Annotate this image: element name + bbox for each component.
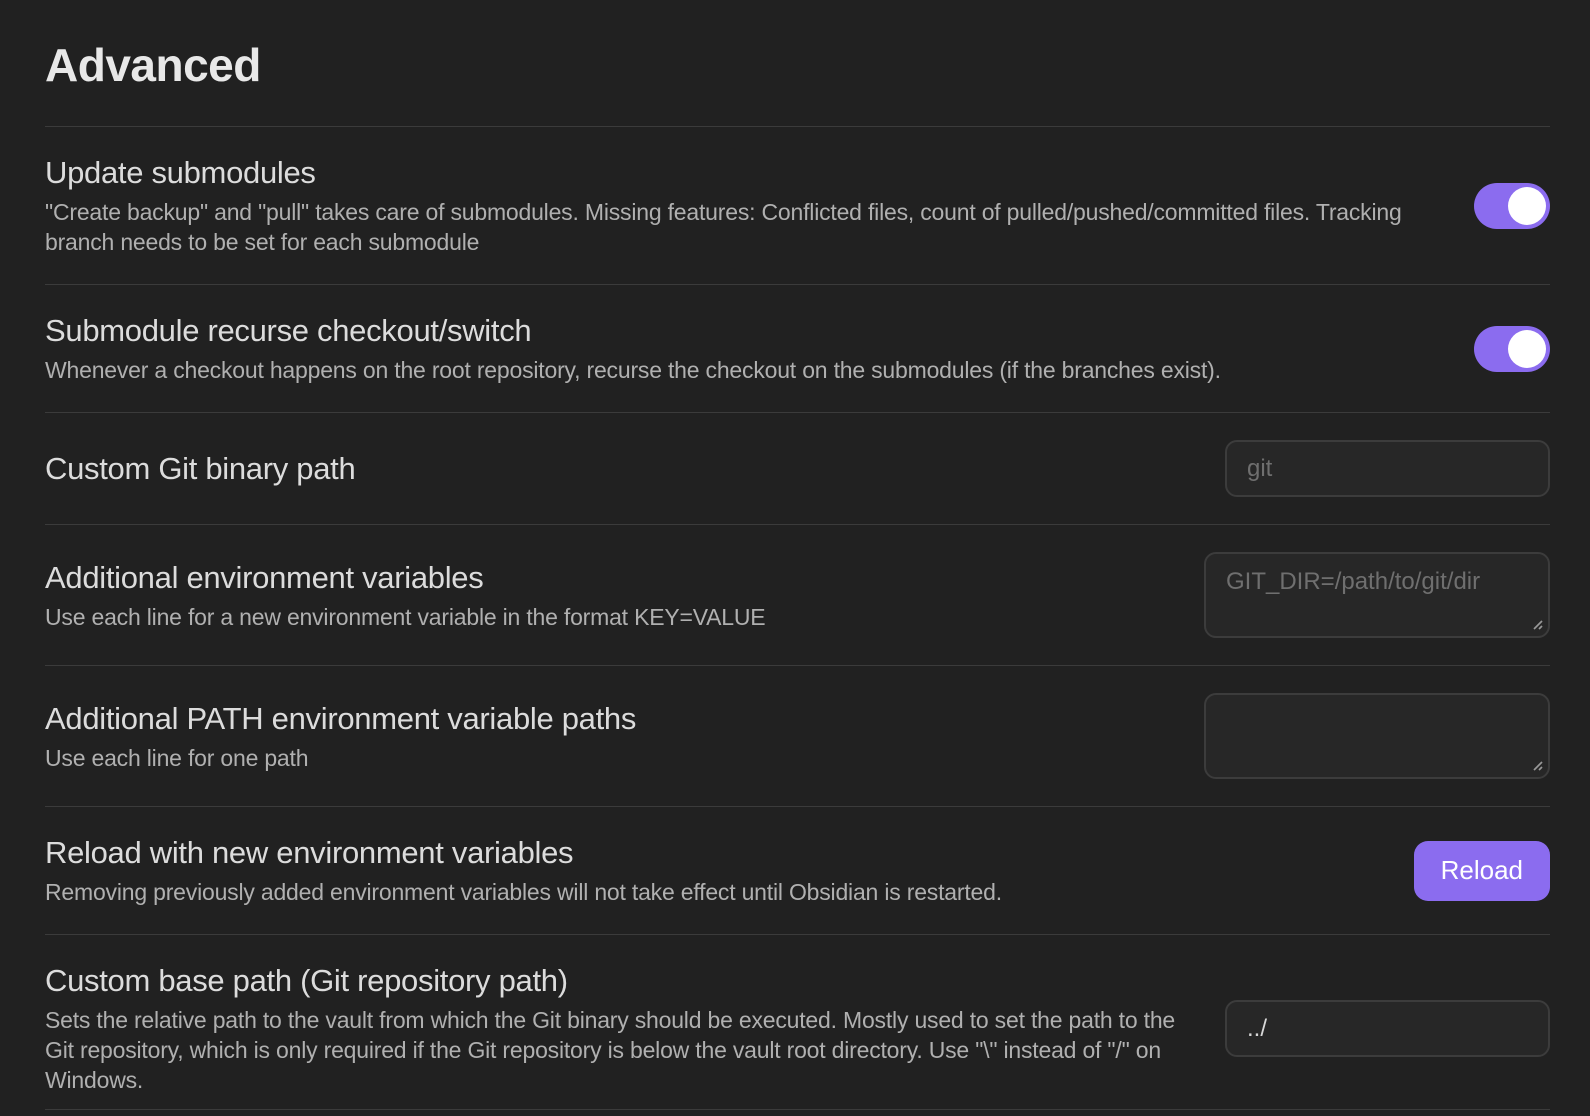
setting-row-submodule-recurse: Submodule recurse checkout/switch Whenev… [45,284,1550,412]
setting-name: Update submodules [45,154,1434,192]
advanced-settings-pane: Advanced Update submodules "Create backu… [0,0,1590,1116]
setting-control [1474,326,1550,372]
setting-info: Update submodules "Create backup" and "p… [45,154,1434,257]
setting-name: Additional environment variables [45,559,1164,597]
update-submodules-toggle[interactable] [1474,183,1550,229]
setting-name: Reload with new environment variables [45,834,1374,872]
textarea-wrap [1204,552,1550,638]
setting-info: Custom Git binary path [45,450,1185,488]
setting-name: Submodule recurse checkout/switch [45,312,1434,350]
setting-info: Additional environment variables Use eac… [45,559,1164,632]
resize-handle-icon[interactable] [1528,756,1544,772]
setting-control [1474,183,1550,229]
setting-info: Submodule recurse checkout/switch Whenev… [45,312,1434,385]
setting-row-update-submodules: Update submodules "Create backup" and "p… [45,126,1550,284]
setting-control: Reload [1414,841,1550,901]
submodule-recurse-toggle[interactable] [1474,326,1550,372]
setting-description: "Create backup" and "pull" takes care of… [45,197,1434,257]
setting-control [1225,1000,1550,1057]
setting-control [1225,440,1550,497]
setting-description: Use each line for a new environment vari… [45,602,1164,632]
base-path-input[interactable] [1225,1000,1550,1057]
setting-description: Whenever a checkout happens on the root … [45,355,1434,385]
setting-row-reload-env: Reload with new environment variables Re… [45,806,1550,934]
setting-control [1204,552,1550,638]
setting-row-path-env-variables: Additional PATH environment variable pat… [45,665,1550,806]
resize-handle-icon[interactable] [1528,615,1544,631]
setting-description: Removing previously added environment va… [45,877,1374,907]
env-variables-textarea[interactable] [1204,552,1550,638]
path-env-textarea[interactable] [1204,693,1550,779]
setting-info: Reload with new environment variables Re… [45,834,1374,907]
setting-row-git-binary-path: Custom Git binary path [45,412,1550,524]
setting-name: Custom base path (Git repository path) [45,962,1185,1000]
page-title: Advanced [45,0,1550,126]
reload-button[interactable]: Reload [1414,841,1550,901]
git-binary-path-input[interactable] [1225,440,1550,497]
setting-description: Sets the relative path to the vault from… [45,1005,1185,1095]
toggle-knob [1508,330,1546,368]
setting-control [1204,693,1550,779]
setting-info: Custom base path (Git repository path) S… [45,962,1185,1095]
setting-info: Additional PATH environment variable pat… [45,700,1164,773]
setting-row-custom-base-path: Custom base path (Git repository path) S… [45,934,1550,1109]
setting-description: Use each line for one path [45,743,1164,773]
setting-name: Additional PATH environment variable pat… [45,700,1164,738]
section-divider [45,1109,1550,1110]
textarea-wrap [1204,693,1550,779]
toggle-knob [1508,187,1546,225]
setting-row-env-variables: Additional environment variables Use eac… [45,524,1550,665]
setting-name: Custom Git binary path [45,450,1185,488]
